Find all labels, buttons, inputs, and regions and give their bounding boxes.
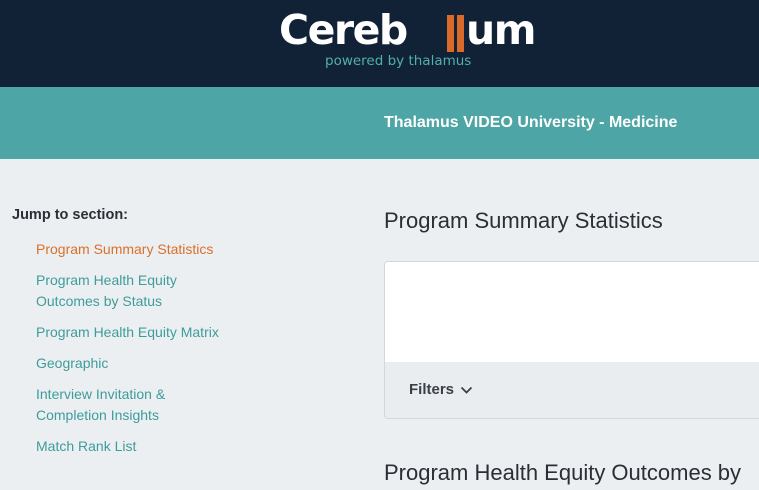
logo-text-start: Cereb xyxy=(279,6,408,54)
nav-link-program-summary-statistics[interactable]: Program Summary Statistics xyxy=(36,239,236,260)
jump-to-section-label: Jump to section: xyxy=(12,207,129,223)
nav-link-health-equity-matrix[interactable]: Program Health Equity Matrix xyxy=(36,322,236,343)
logo-tagline: powered by thalamus xyxy=(325,53,472,69)
chevron-down-icon xyxy=(460,386,473,394)
logo-bar-mark xyxy=(447,15,454,52)
logo-text-end: um xyxy=(466,6,536,54)
nav-link-geographic[interactable]: Geographic xyxy=(36,353,236,374)
card-content-area xyxy=(385,262,759,362)
summary-statistics-card: Filters xyxy=(384,261,759,419)
filters-label: Filters xyxy=(409,381,455,398)
filters-toggle-button[interactable]: Filters xyxy=(409,380,473,400)
logo-bar-mark xyxy=(457,15,464,52)
program-title: Thalamus VIDEO University - Medicine xyxy=(384,114,678,131)
nav-link-match-rank-list[interactable]: Match Rank List xyxy=(36,436,236,457)
cerebellum-logo[interactable]: Cereb um xyxy=(279,6,536,54)
nav-link-health-equity-outcomes[interactable]: Program Health Equity Outcomes by Status xyxy=(36,270,186,312)
nav-link-interview-insights[interactable]: Interview Invitation & Completion Insigh… xyxy=(36,384,176,426)
top-bar: Cereb um powered by thalamus xyxy=(0,0,759,87)
section-title-program-summary-statistics: Program Summary Statistics xyxy=(384,208,663,233)
section-title-health-equity-outcomes: Program Health Equity Outcomes by xyxy=(384,460,742,485)
